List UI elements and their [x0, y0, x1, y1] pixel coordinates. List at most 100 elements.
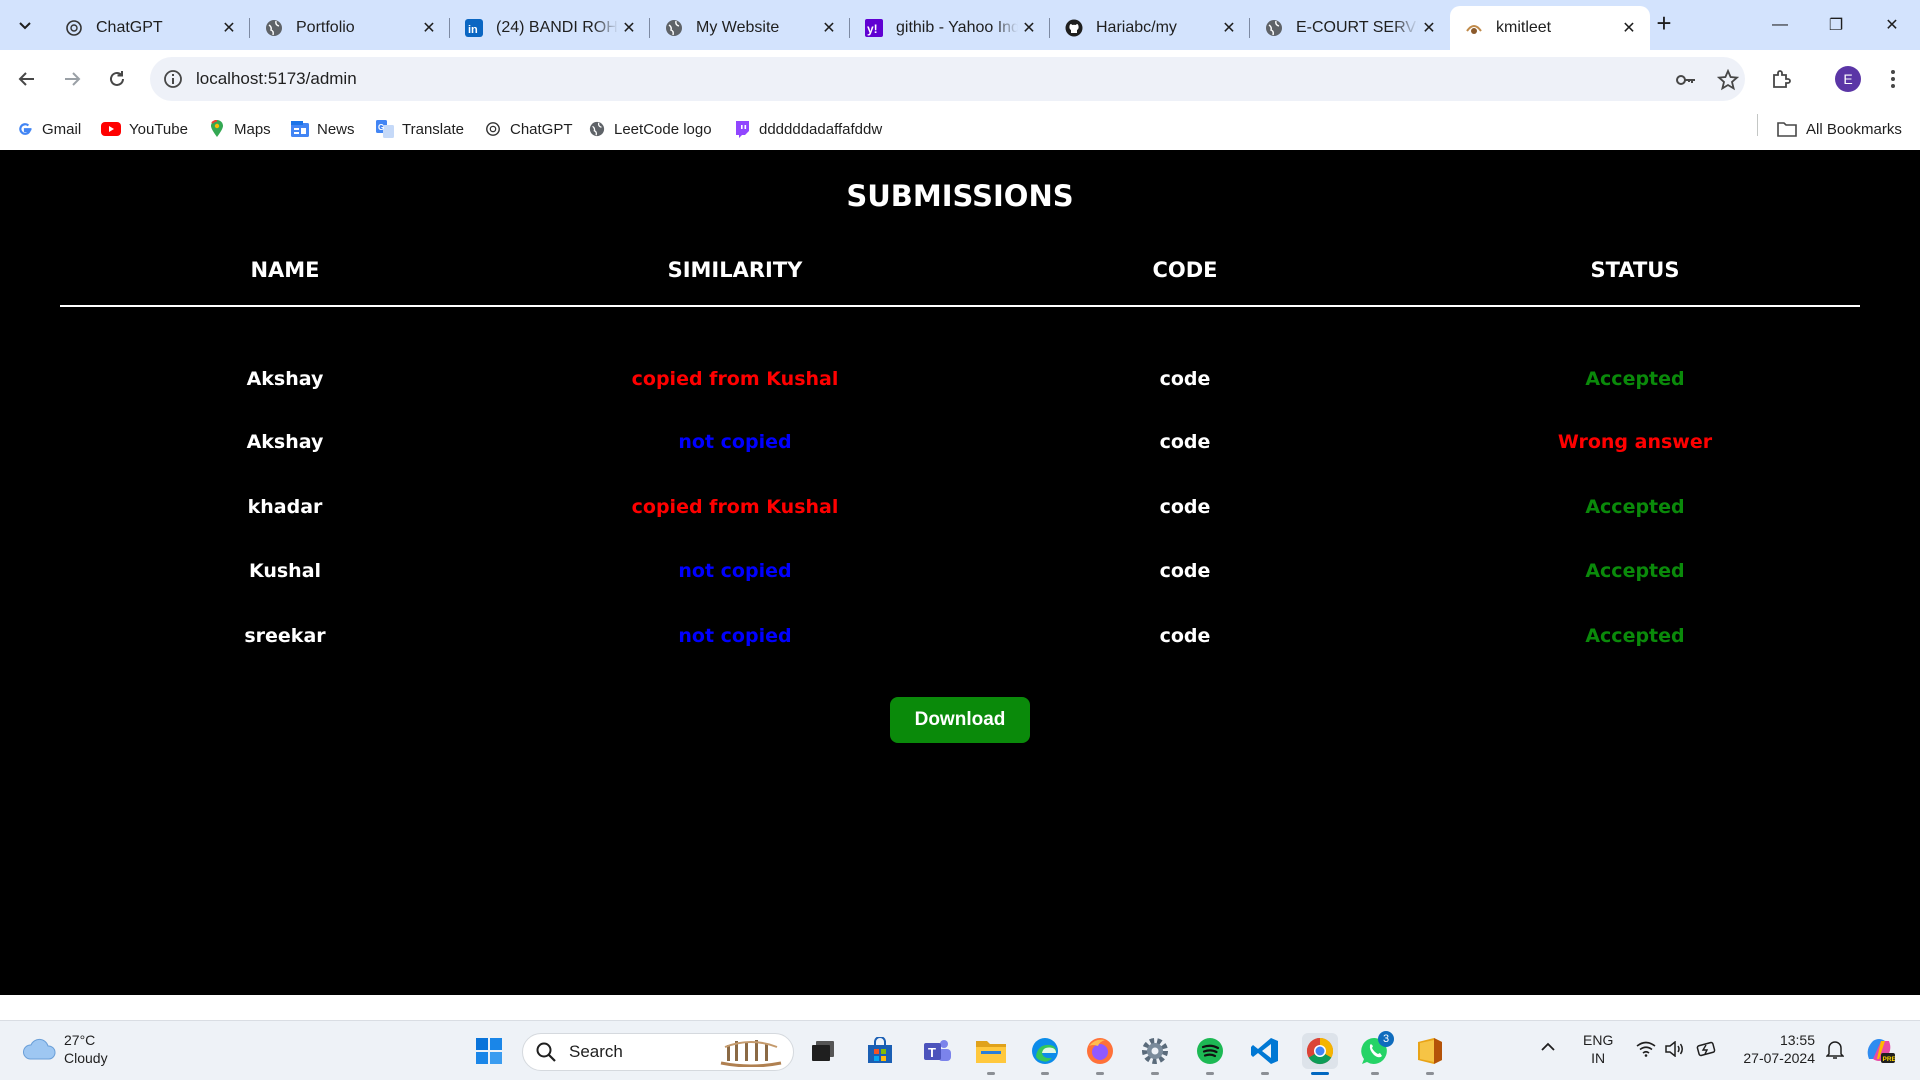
youtube-icon — [101, 120, 121, 138]
weather-description: Cloudy — [64, 1050, 108, 1066]
bookmark-twitch[interactable]: ddddddadaffafddw — [733, 118, 882, 140]
column-header-code: CODE — [960, 248, 1410, 307]
download-button[interactable]: Download — [890, 697, 1030, 743]
bookmark-leetcode[interactable]: LeetCode logo — [588, 118, 712, 140]
tab-yahoo[interactable]: y! githib - Yahoo India ✕ — [850, 6, 1050, 50]
code-link[interactable]: code — [960, 539, 1410, 604]
vscode-icon[interactable] — [1247, 1033, 1283, 1069]
copilot-icon[interactable]: PRE — [1863, 1035, 1897, 1069]
code-link[interactable]: code — [960, 604, 1410, 669]
settings-gear-icon[interactable] — [1137, 1033, 1173, 1069]
language-indicator[interactable]: ENG IN — [1583, 1031, 1613, 1067]
close-window-icon[interactable]: ✕ — [1864, 0, 1920, 50]
window-bottom-edge — [0, 995, 1920, 1020]
tab-chatgpt[interactable]: ChatGPT ✕ — [50, 6, 250, 50]
tab-title: kmitleet — [1496, 19, 1552, 36]
bookmark-translate[interactable]: G Translate — [376, 118, 464, 140]
bookmark-gmail[interactable]: Gmail — [16, 118, 81, 140]
tab-github[interactable]: Hariabc/my ✕ — [1050, 6, 1250, 50]
site-info-icon[interactable] — [162, 68, 184, 90]
language-line-2: IN — [1591, 1050, 1606, 1066]
close-icon[interactable]: ✕ — [818, 17, 840, 39]
cell-similarity: copied from Kushal — [631, 495, 839, 518]
reload-button[interactable] — [100, 62, 134, 96]
url-text[interactable]: localhost:5173/admin — [196, 69, 357, 89]
tab-kmitleet[interactable]: kmitleet ✕ — [1450, 6, 1650, 50]
close-icon[interactable]: ✕ — [1018, 17, 1040, 39]
code-link[interactable]: code — [960, 306, 1410, 410]
close-icon[interactable]: ✕ — [1418, 17, 1440, 39]
bookmark-maps[interactable]: Maps — [208, 118, 271, 140]
volume-icon[interactable] — [1665, 1040, 1685, 1061]
teams-icon[interactable]: T — [919, 1033, 955, 1069]
menu-button[interactable] — [1878, 64, 1908, 94]
cell-name: Akshay — [246, 431, 324, 454]
close-icon[interactable]: ✕ — [1218, 17, 1240, 39]
weather-widget[interactable]: 27°C Cloudy — [22, 1031, 108, 1067]
address-bar[interactable]: localhost:5173/admin — [150, 57, 1745, 101]
tab-title: Portfolio — [296, 19, 355, 36]
wifi-icon[interactable] — [1636, 1041, 1656, 1061]
taskbar-running-indicator — [987, 1072, 995, 1075]
svg-text:T: T — [928, 1045, 936, 1060]
code-link[interactable]: code — [960, 475, 1410, 540]
code-link[interactable]: code — [960, 410, 1410, 475]
bookmark-star-icon[interactable] — [1715, 67, 1741, 93]
chrome-icon[interactable] — [1302, 1033, 1338, 1069]
notification-bell-icon[interactable] — [1825, 1040, 1845, 1064]
windows-start-icon[interactable] — [471, 1033, 507, 1069]
whatsapp-unread-badge: 3 — [1378, 1031, 1394, 1047]
file-explorer-icon[interactable] — [973, 1033, 1009, 1069]
tab-linkedin[interactable]: in (24) BANDI ROHITH ✕ — [450, 6, 650, 50]
bookmark-label: ddddddadaffafddw — [759, 120, 883, 138]
task-view-icon[interactable] — [805, 1033, 841, 1069]
bookmark-label: Maps — [234, 120, 271, 138]
close-icon[interactable]: ✕ — [1618, 17, 1640, 39]
cloud-icon — [23, 1038, 56, 1060]
chevron-up-icon[interactable] — [1540, 1039, 1556, 1057]
password-key-icon[interactable] — [1673, 67, 1699, 93]
bookmark-chatgpt[interactable]: ChatGPT — [484, 118, 573, 140]
cell-status: Accepted — [1585, 367, 1685, 390]
bookmark-youtube[interactable]: YouTube — [101, 118, 188, 140]
github-icon — [1064, 18, 1084, 38]
cell-status: Wrong answer — [1557, 431, 1713, 454]
search-icon — [536, 1042, 556, 1062]
clock[interactable]: 13:55 27-07-2024 — [1735, 1031, 1815, 1067]
cell-similarity: not copied — [678, 560, 792, 583]
tab-portfolio[interactable]: Portfolio ✕ — [250, 6, 450, 50]
firefox-icon[interactable] — [1082, 1033, 1118, 1069]
close-icon[interactable]: ✕ — [418, 17, 440, 39]
forward-button[interactable] — [55, 62, 89, 96]
extensions-button[interactable] — [1766, 64, 1796, 94]
translate-icon: G — [376, 120, 394, 138]
tab-search-button[interactable] — [8, 8, 42, 42]
battery-icon[interactable] — [1696, 1041, 1718, 1061]
close-icon[interactable]: ✕ — [218, 17, 240, 39]
minimize-icon[interactable]: — — [1752, 0, 1808, 50]
cell-name: Akshay — [246, 367, 324, 390]
maps-icon — [208, 120, 226, 138]
cell-status: Accepted — [1585, 495, 1685, 518]
spotify-icon[interactable] — [1192, 1033, 1228, 1069]
tab-my-website[interactable]: My Website ✕ — [650, 6, 850, 50]
new-tab-button[interactable]: + — [1650, 10, 1678, 38]
taskbar-search[interactable]: Search — [522, 1033, 794, 1071]
back-button[interactable] — [10, 62, 44, 96]
svg-text:in: in — [468, 24, 478, 36]
tab-title: E-COURT SERVICES — [1296, 19, 1418, 36]
edge-icon[interactable] — [1027, 1033, 1063, 1069]
profile-avatar[interactable]: E — [1835, 66, 1861, 92]
arrow-left-icon — [18, 72, 34, 86]
restore-icon[interactable]: ❐ — [1808, 0, 1864, 50]
close-icon[interactable]: ✕ — [618, 17, 640, 39]
column-header-status: STATUS — [1410, 248, 1860, 307]
browser-toolbar: localhost:5173/admin — [0, 50, 1920, 108]
tab-ecourt[interactable]: E-COURT SERVICES ✕ — [1250, 6, 1450, 50]
office-app-icon[interactable] — [1412, 1033, 1448, 1069]
bookmark-news[interactable]: News — [291, 118, 355, 140]
all-bookmarks[interactable]: All Bookmarks — [1776, 118, 1902, 140]
admin-page: SUBMISSIONS NAME SIMILARITY CODE STATUS … — [0, 151, 1920, 995]
microsoft-store-icon[interactable] — [862, 1033, 898, 1069]
search-placeholder: Search — [569, 1042, 623, 1061]
